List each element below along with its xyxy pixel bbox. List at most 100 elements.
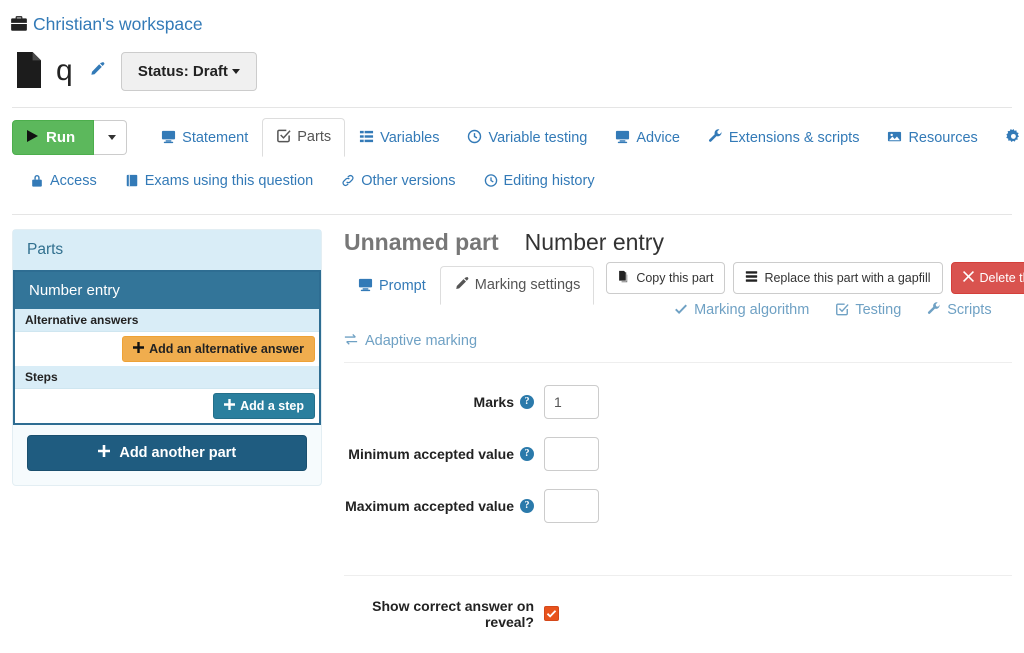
button-label: Add a step bbox=[240, 399, 304, 413]
tab-label: Parts bbox=[297, 128, 332, 145]
field-label: Maximum accepted value bbox=[345, 497, 514, 514]
screen-icon bbox=[161, 129, 176, 148]
minimum-accepted-value-input[interactable] bbox=[544, 436, 599, 471]
tab-marking-settings[interactable]: Marking settings bbox=[439, 266, 595, 305]
form-row-marks: Marks ? bbox=[344, 384, 1012, 419]
tab-advice[interactable]: Advice bbox=[601, 119, 694, 157]
list-icon bbox=[359, 129, 374, 148]
tab-extensions-scripts[interactable]: Extensions & scripts bbox=[694, 119, 874, 157]
nav-area: Run Statement Parts Variables Variable t… bbox=[0, 108, 1024, 215]
replace-with-gapfill-button[interactable]: Replace this part with a gapfill bbox=[733, 262, 943, 294]
add-another-part-button[interactable]: Add another part bbox=[27, 435, 307, 471]
question-title-row: q Status: Draft bbox=[0, 35, 1024, 97]
tab-marking-algorithm[interactable]: Marking algorithm bbox=[674, 302, 809, 320]
part-item-title: Number entry bbox=[15, 272, 319, 309]
pencil-icon[interactable] bbox=[85, 59, 109, 83]
tab-access[interactable]: Access bbox=[16, 163, 111, 201]
status-dropdown-button[interactable]: Status: Draft bbox=[120, 51, 257, 91]
marks-input[interactable] bbox=[544, 384, 599, 419]
body-layout: Parts Number entry Alternative answers A… bbox=[0, 215, 1024, 630]
book-icon bbox=[125, 173, 139, 192]
tab-variables[interactable]: Variables bbox=[345, 119, 453, 157]
tab-other-versions[interactable]: Other versions bbox=[327, 163, 469, 201]
tab-resources[interactable]: Resources bbox=[873, 119, 991, 157]
run-label: Run bbox=[46, 128, 76, 146]
image-icon bbox=[887, 129, 902, 148]
parts-panel-title: Parts bbox=[13, 230, 321, 270]
tab-label: Marking algorithm bbox=[694, 302, 810, 319]
workspace-link[interactable]: Christian's workspace bbox=[33, 14, 203, 35]
tab-variable-testing[interactable]: Variable testing bbox=[453, 119, 601, 157]
tab-statement[interactable]: Statement bbox=[147, 119, 262, 157]
adaptive-marking-link[interactable]: Adaptive marking bbox=[344, 333, 477, 350]
tab-label: Marking settings bbox=[474, 276, 581, 293]
button-label: Delete this part bbox=[979, 270, 1024, 285]
marks-label-group: Marks ? bbox=[344, 394, 544, 410]
part-name: Unnamed part bbox=[344, 229, 499, 255]
tab-label: Scripts bbox=[947, 302, 992, 319]
wrench-icon bbox=[927, 301, 941, 320]
copy-this-part-button[interactable]: Copy this part bbox=[606, 262, 726, 294]
part-tabs-row: Prompt Marking settings Copy this part R… bbox=[344, 262, 1024, 319]
screen-icon bbox=[615, 129, 630, 148]
check-square-icon bbox=[276, 128, 291, 147]
steps-actions: Add a step bbox=[15, 389, 319, 423]
tab-prompt[interactable]: Prompt bbox=[344, 267, 440, 305]
tab-parts[interactable]: Parts bbox=[262, 118, 346, 157]
alternative-answers-header: Alternative answers bbox=[15, 309, 319, 332]
tab-label: Advice bbox=[636, 129, 680, 146]
marking-sub-tabs: Marking algorithm Testing Scripts bbox=[674, 301, 1024, 320]
run-dropdown-button[interactable] bbox=[94, 119, 128, 155]
tab-editing-history[interactable]: Editing history bbox=[470, 163, 609, 201]
screen-icon bbox=[358, 277, 373, 296]
alternative-answers-actions: Add an alternative answer bbox=[15, 332, 319, 366]
field-label: Minimum accepted value bbox=[348, 445, 514, 462]
pencil-icon bbox=[454, 276, 469, 295]
delete-this-part-button[interactable]: Delete this part bbox=[950, 262, 1024, 294]
part-type: Number entry bbox=[524, 229, 664, 255]
page-title: q bbox=[56, 54, 73, 87]
button-label: Replace this part with a gapfill bbox=[764, 270, 931, 285]
tab-settings[interactable]: Settings bbox=[992, 119, 1024, 157]
form-row-maximum-accepted-value: Maximum accepted value ? bbox=[344, 488, 1012, 523]
add-alternative-answer-button[interactable]: Add an alternative answer bbox=[122, 336, 315, 362]
run-button[interactable]: Run bbox=[12, 119, 95, 155]
part-list-item[interactable]: Number entry Alternative answers Add an … bbox=[13, 270, 321, 425]
breadcrumb: Christian's workspace bbox=[0, 0, 1024, 35]
part-heading: Unnamed part Number entry bbox=[344, 229, 1012, 256]
show-correct-answer-checkbox[interactable] bbox=[544, 606, 559, 621]
tab-label: Editing history bbox=[503, 173, 595, 190]
button-label: Copy this part bbox=[636, 270, 714, 285]
help-icon[interactable]: ? bbox=[520, 446, 534, 461]
run-button-group: Run bbox=[12, 119, 128, 155]
gear-icon bbox=[1006, 129, 1021, 148]
show-correct-answer-label: Show correct answer on reveal? bbox=[372, 597, 534, 630]
tab-scripts[interactable]: Scripts bbox=[927, 301, 992, 320]
help-icon[interactable]: ? bbox=[520, 498, 534, 513]
status-label: Status: Draft bbox=[137, 62, 228, 80]
marking-settings-form: Marks ? Minimum accepted value ? Maximum… bbox=[344, 384, 1012, 630]
add-part-wrapper: Add another part bbox=[13, 425, 321, 485]
play-icon bbox=[27, 129, 38, 145]
content-divider bbox=[344, 361, 1012, 363]
plus-icon bbox=[97, 445, 110, 461]
tab-label: Variable testing bbox=[488, 129, 588, 146]
maximum-accepted-value-input[interactable] bbox=[544, 488, 599, 523]
minimum-accepted-value-label-group: Minimum accepted value ? bbox=[344, 446, 544, 462]
wrench-icon bbox=[708, 129, 723, 148]
field-label: Marks bbox=[473, 393, 514, 410]
tab-label: Extensions & scripts bbox=[728, 129, 860, 146]
clock-icon bbox=[484, 173, 498, 192]
tab-exams-using-this-question[interactable]: Exams using this question bbox=[111, 163, 327, 201]
help-icon[interactable]: ? bbox=[520, 394, 534, 409]
parts-panel: Parts Number entry Alternative answers A… bbox=[12, 229, 322, 486]
tab-label: Testing bbox=[855, 302, 902, 319]
add-step-button[interactable]: Add a step bbox=[213, 393, 315, 419]
part-editor: Unnamed part Number entry Prompt Marking… bbox=[340, 229, 1024, 630]
tab-testing[interactable]: Testing bbox=[835, 302, 901, 320]
tab-label: Prompt bbox=[379, 277, 426, 294]
check-square-icon bbox=[835, 302, 849, 320]
briefcase-icon bbox=[10, 15, 28, 35]
caret-down-icon bbox=[231, 69, 240, 75]
tab-label: Resources bbox=[908, 129, 978, 146]
